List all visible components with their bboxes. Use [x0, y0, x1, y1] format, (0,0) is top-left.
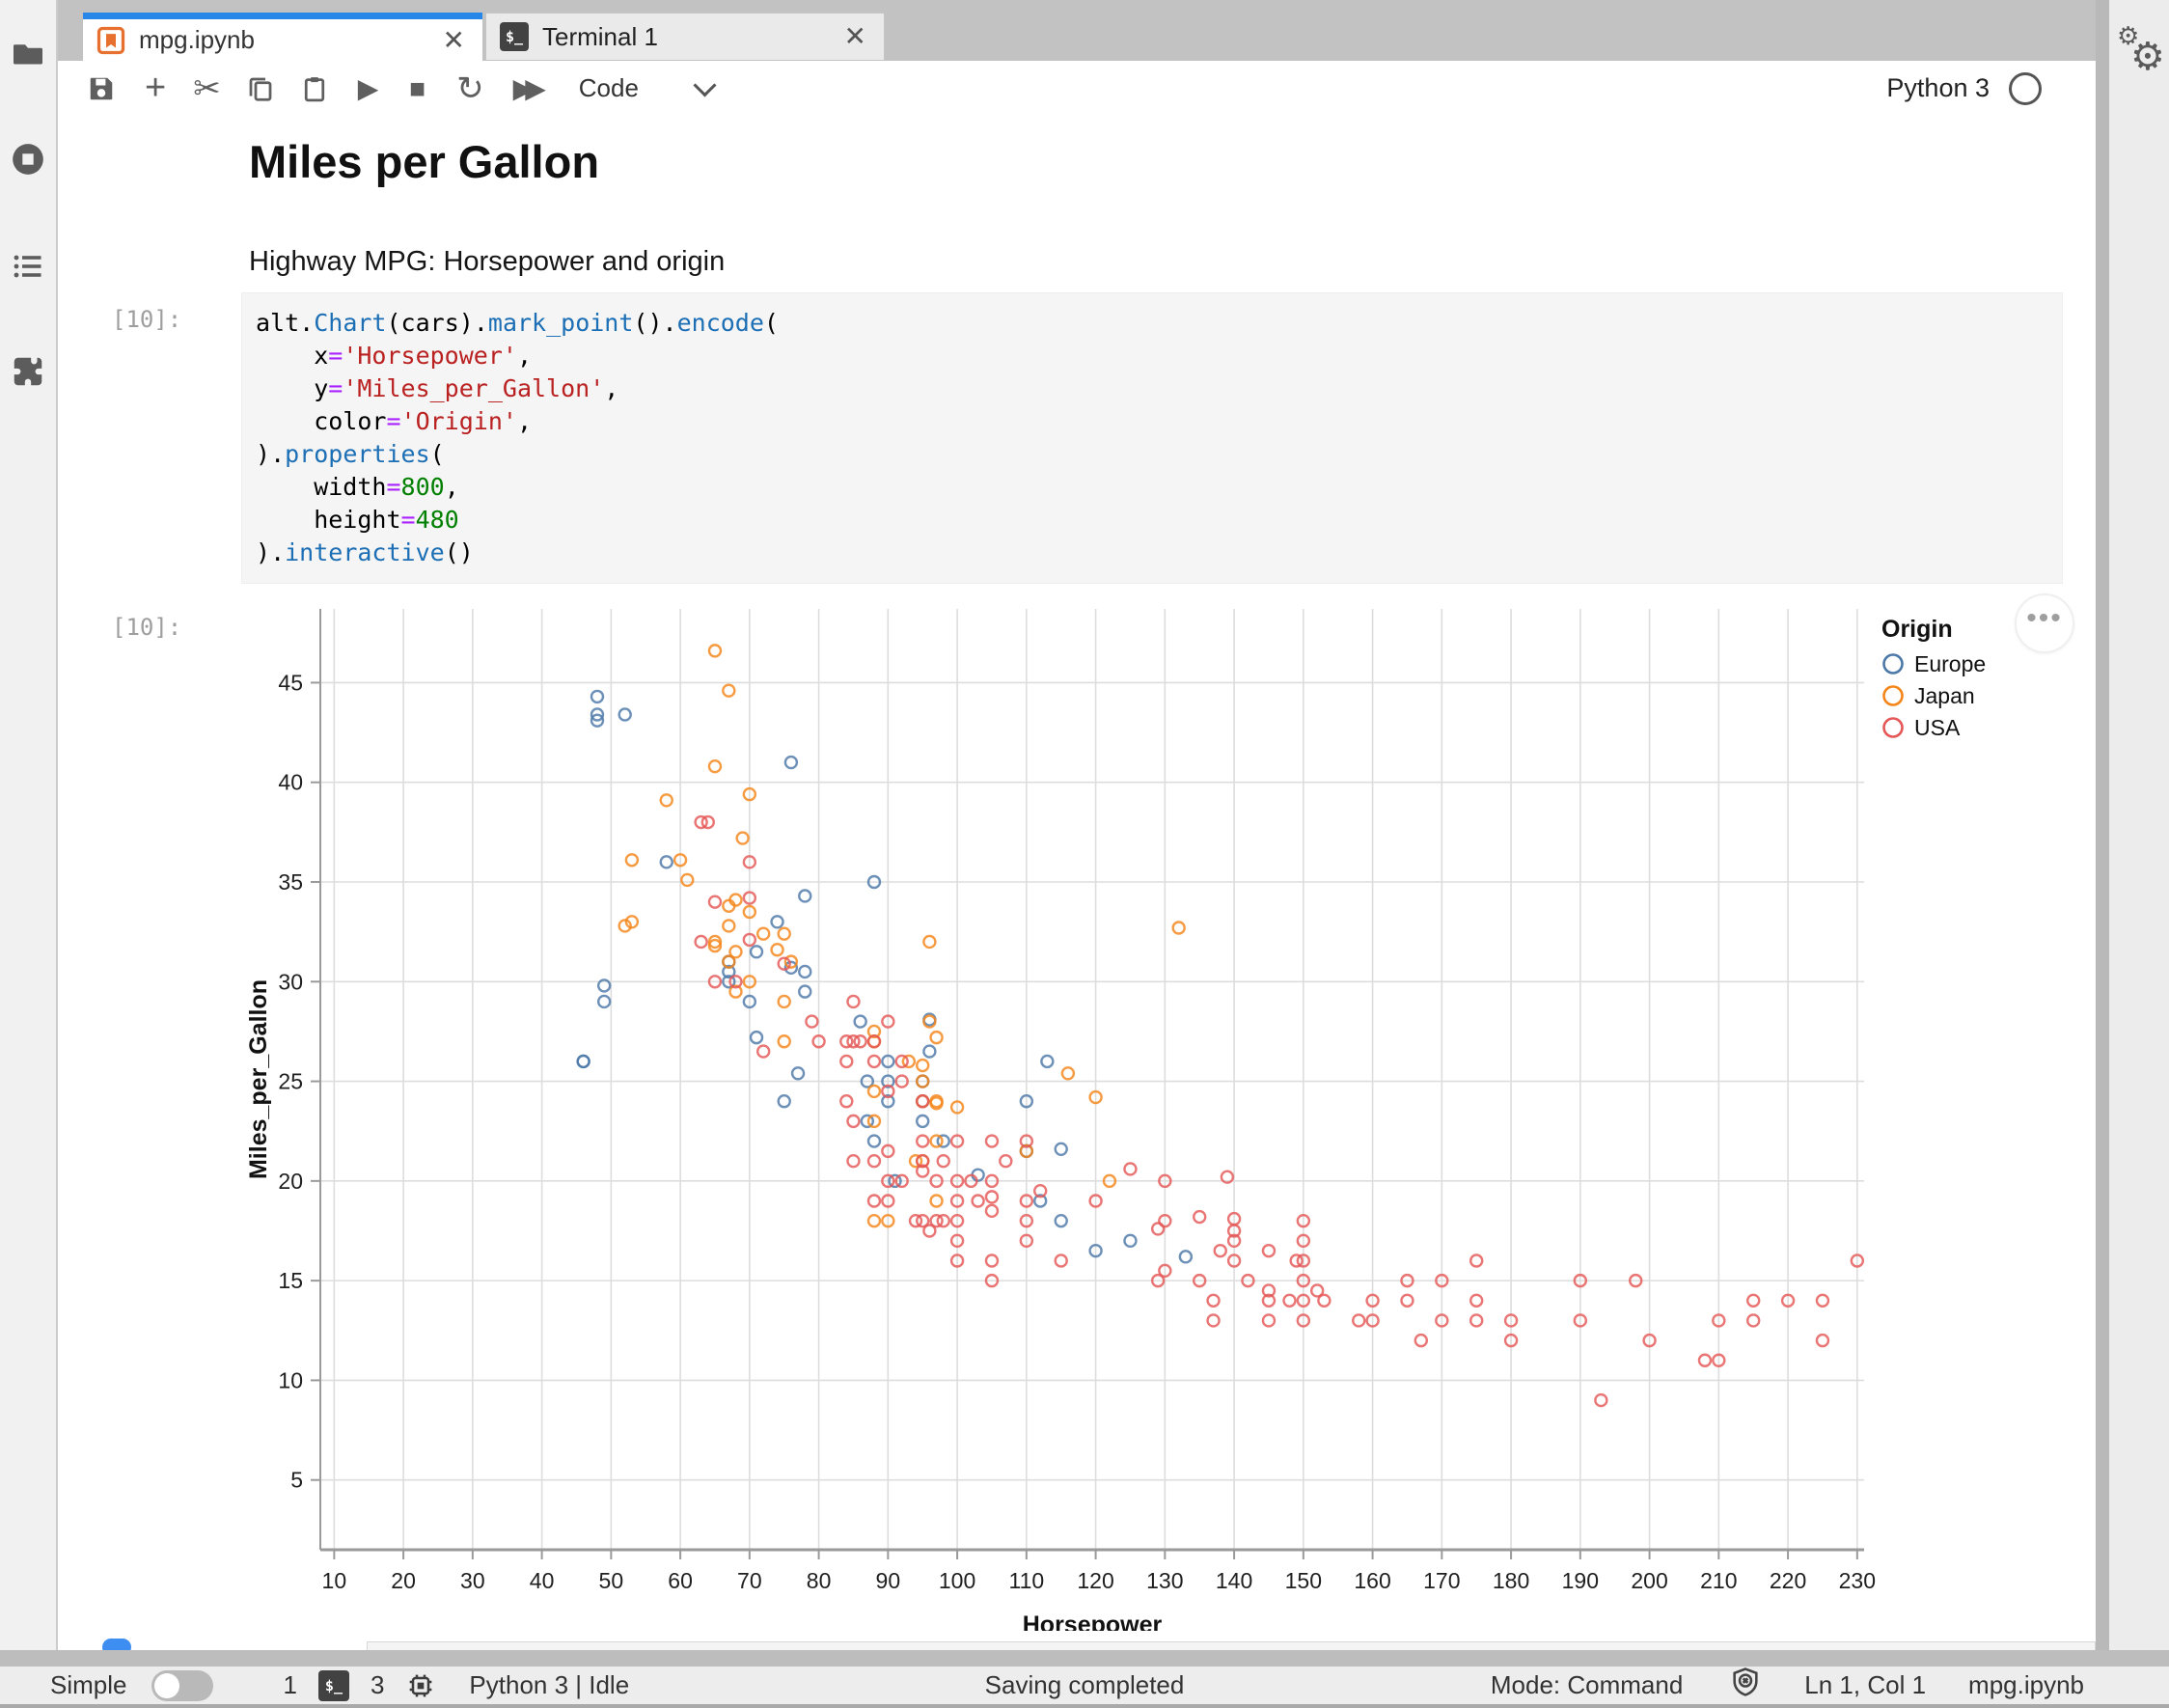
tab-label: Terminal 1: [542, 22, 844, 52]
legend-entry-label: Europe: [1914, 651, 1986, 676]
cut-cells-button[interactable]: ✂: [193, 68, 221, 110]
svg-text:50: 50: [599, 1568, 624, 1593]
svg-text:5: 5: [290, 1468, 303, 1493]
svg-text:15: 15: [278, 1268, 303, 1293]
svg-text:30: 30: [460, 1568, 485, 1593]
right-rail: [2109, 0, 2169, 1650]
code-line: y='Miles_per_Gallon',: [256, 372, 2062, 405]
insert-cell-button[interactable]: +: [145, 68, 166, 110]
code-line: ).interactive(): [256, 537, 2062, 569]
svg-text:70: 70: [737, 1568, 762, 1593]
altair-scatter-chart[interactable]: 10 20 30 40 50 60 70 80 90 100 110 120 130 140 150 160 1…: [241, 600, 2096, 1631]
svg-text:190: 190: [1562, 1568, 1599, 1593]
code-line: color='Origin',: [256, 405, 2062, 438]
svg-text:30: 30: [278, 969, 303, 994]
code-line: alt.Chart(cars).mark_point().encode(: [256, 307, 2062, 340]
jupyterlab-window: ⚙ ⚙ mpg.ipynb ✕ $_ Terminal 1 ✕ +: [0, 0, 2169, 1708]
notebook-toolbar: + ✂ ▶ ■ ↻ ▶▶ Code Python 3: [58, 61, 2096, 118]
svg-text:180: 180: [1493, 1568, 1529, 1593]
code-line: x='Horsepower',: [256, 340, 2062, 372]
code-line: ).properties(: [256, 438, 2062, 471]
mode-indicator[interactable]: Mode: Command: [1491, 1670, 1683, 1700]
settings-gears-icon[interactable]: ⚙ ⚙: [2117, 21, 2167, 83]
notebook-icon: [96, 26, 125, 55]
run-cell-button[interactable]: ▶: [358, 68, 379, 110]
code-line: height=480: [256, 504, 2062, 537]
statusbar-filename: mpg.ipynb: [1968, 1670, 2084, 1700]
restart-kernel-button[interactable]: ↻: [456, 68, 484, 110]
svg-text:90: 90: [876, 1568, 901, 1593]
svg-text:130: 130: [1146, 1568, 1183, 1593]
svg-text:10: 10: [322, 1568, 347, 1593]
close-tab-icon[interactable]: ✕: [443, 27, 465, 54]
window-gap-strip: [0, 1650, 2169, 1667]
tab-mpg-ipynb[interactable]: mpg.ipynb ✕: [83, 13, 482, 61]
running-kernels-icon[interactable]: [10, 141, 46, 182]
legend-title: Origin: [1881, 616, 1953, 643]
input-prompt: [10]:: [112, 306, 181, 333]
svg-text:40: 40: [530, 1568, 555, 1593]
table-of-contents-icon[interactable]: [11, 249, 45, 289]
trust-shield-icon[interactable]: [1729, 1666, 1762, 1705]
svg-text:210: 210: [1700, 1568, 1737, 1593]
terminal-icon: $_: [500, 22, 529, 51]
save-button[interactable]: [87, 68, 116, 110]
code-line: width=800,: [256, 471, 2062, 504]
svg-text:35: 35: [278, 869, 303, 895]
legend-entry-label: USA: [1914, 715, 1961, 740]
svg-text:20: 20: [391, 1568, 416, 1593]
tab-label: mpg.ipynb: [139, 25, 443, 55]
tab-bar: mpg.ipynb ✕ $_ Terminal 1 ✕: [58, 13, 2096, 61]
svg-text:140: 140: [1216, 1568, 1252, 1593]
cell-type-select[interactable]: Code: [579, 73, 639, 103]
x-axis-title: Horsepower: [1023, 1612, 1163, 1631]
panel-right-border: [2096, 0, 2109, 1650]
svg-text:150: 150: [1285, 1568, 1322, 1593]
svg-text:110: 110: [1009, 1568, 1045, 1593]
svg-text:120: 120: [1077, 1568, 1113, 1593]
markdown-paragraph: Highway MPG: Horsepower and origin: [249, 246, 725, 278]
chevron-down-icon[interactable]: [693, 73, 716, 96]
main-dock-panel: mpg.ipynb ✕ $_ Terminal 1 ✕ + ✂ ▶ ■: [58, 0, 2096, 1650]
markdown-heading: Miles per Gallon: [249, 135, 599, 188]
tab-terminal-1[interactable]: $_ Terminal 1 ✕: [485, 13, 885, 61]
code-cell-editor[interactable]: alt.Chart(cars).mark_point().encode( x='…: [241, 292, 2063, 584]
output-prompt: [10]:: [112, 614, 181, 641]
svg-text:60: 60: [668, 1568, 693, 1593]
svg-text:40: 40: [278, 770, 303, 795]
interrupt-kernel-button[interactable]: ■: [409, 68, 426, 110]
status-bar: Simple 1 $_ 3 Python 3 | Idle Saving com…: [0, 1667, 2169, 1704]
legend-entry-label: Japan: [1914, 683, 1975, 708]
left-activity-bar: [0, 0, 58, 1650]
svg-text:220: 220: [1770, 1568, 1806, 1593]
file-browser-icon[interactable]: [11, 37, 45, 76]
svg-text:200: 200: [1631, 1568, 1667, 1593]
svg-text:20: 20: [278, 1169, 303, 1194]
extension-manager-icon[interactable]: [10, 353, 46, 395]
run-all-button[interactable]: ▶▶: [513, 68, 546, 110]
svg-text:100: 100: [939, 1568, 975, 1593]
cursor-position[interactable]: Ln 1, Col 1: [1804, 1670, 1926, 1700]
svg-text:160: 160: [1354, 1568, 1390, 1593]
y-axis-title: Miles_per_Gallon: [245, 979, 272, 1179]
svg-text:10: 10: [278, 1367, 303, 1392]
svg-text:25: 25: [278, 1069, 303, 1094]
copy-cells-button[interactable]: [246, 68, 275, 110]
svg-text:170: 170: [1423, 1568, 1460, 1593]
svg-text:230: 230: [1839, 1568, 1876, 1593]
kernel-name[interactable]: Python 3: [1886, 73, 1990, 103]
close-tab-icon[interactable]: ✕: [844, 23, 866, 50]
notebook-scroll-area[interactable]: Miles per Gallon Highway MPG: Horsepower…: [58, 116, 2096, 1650]
svg-text:45: 45: [278, 670, 303, 695]
window-bottom-edge: [0, 1704, 2169, 1708]
output-options-button[interactable]: •••: [2015, 593, 2074, 653]
svg-text:80: 80: [807, 1568, 832, 1593]
paste-cells-button[interactable]: [300, 68, 329, 110]
kernel-status-icon[interactable]: [2009, 72, 2042, 105]
